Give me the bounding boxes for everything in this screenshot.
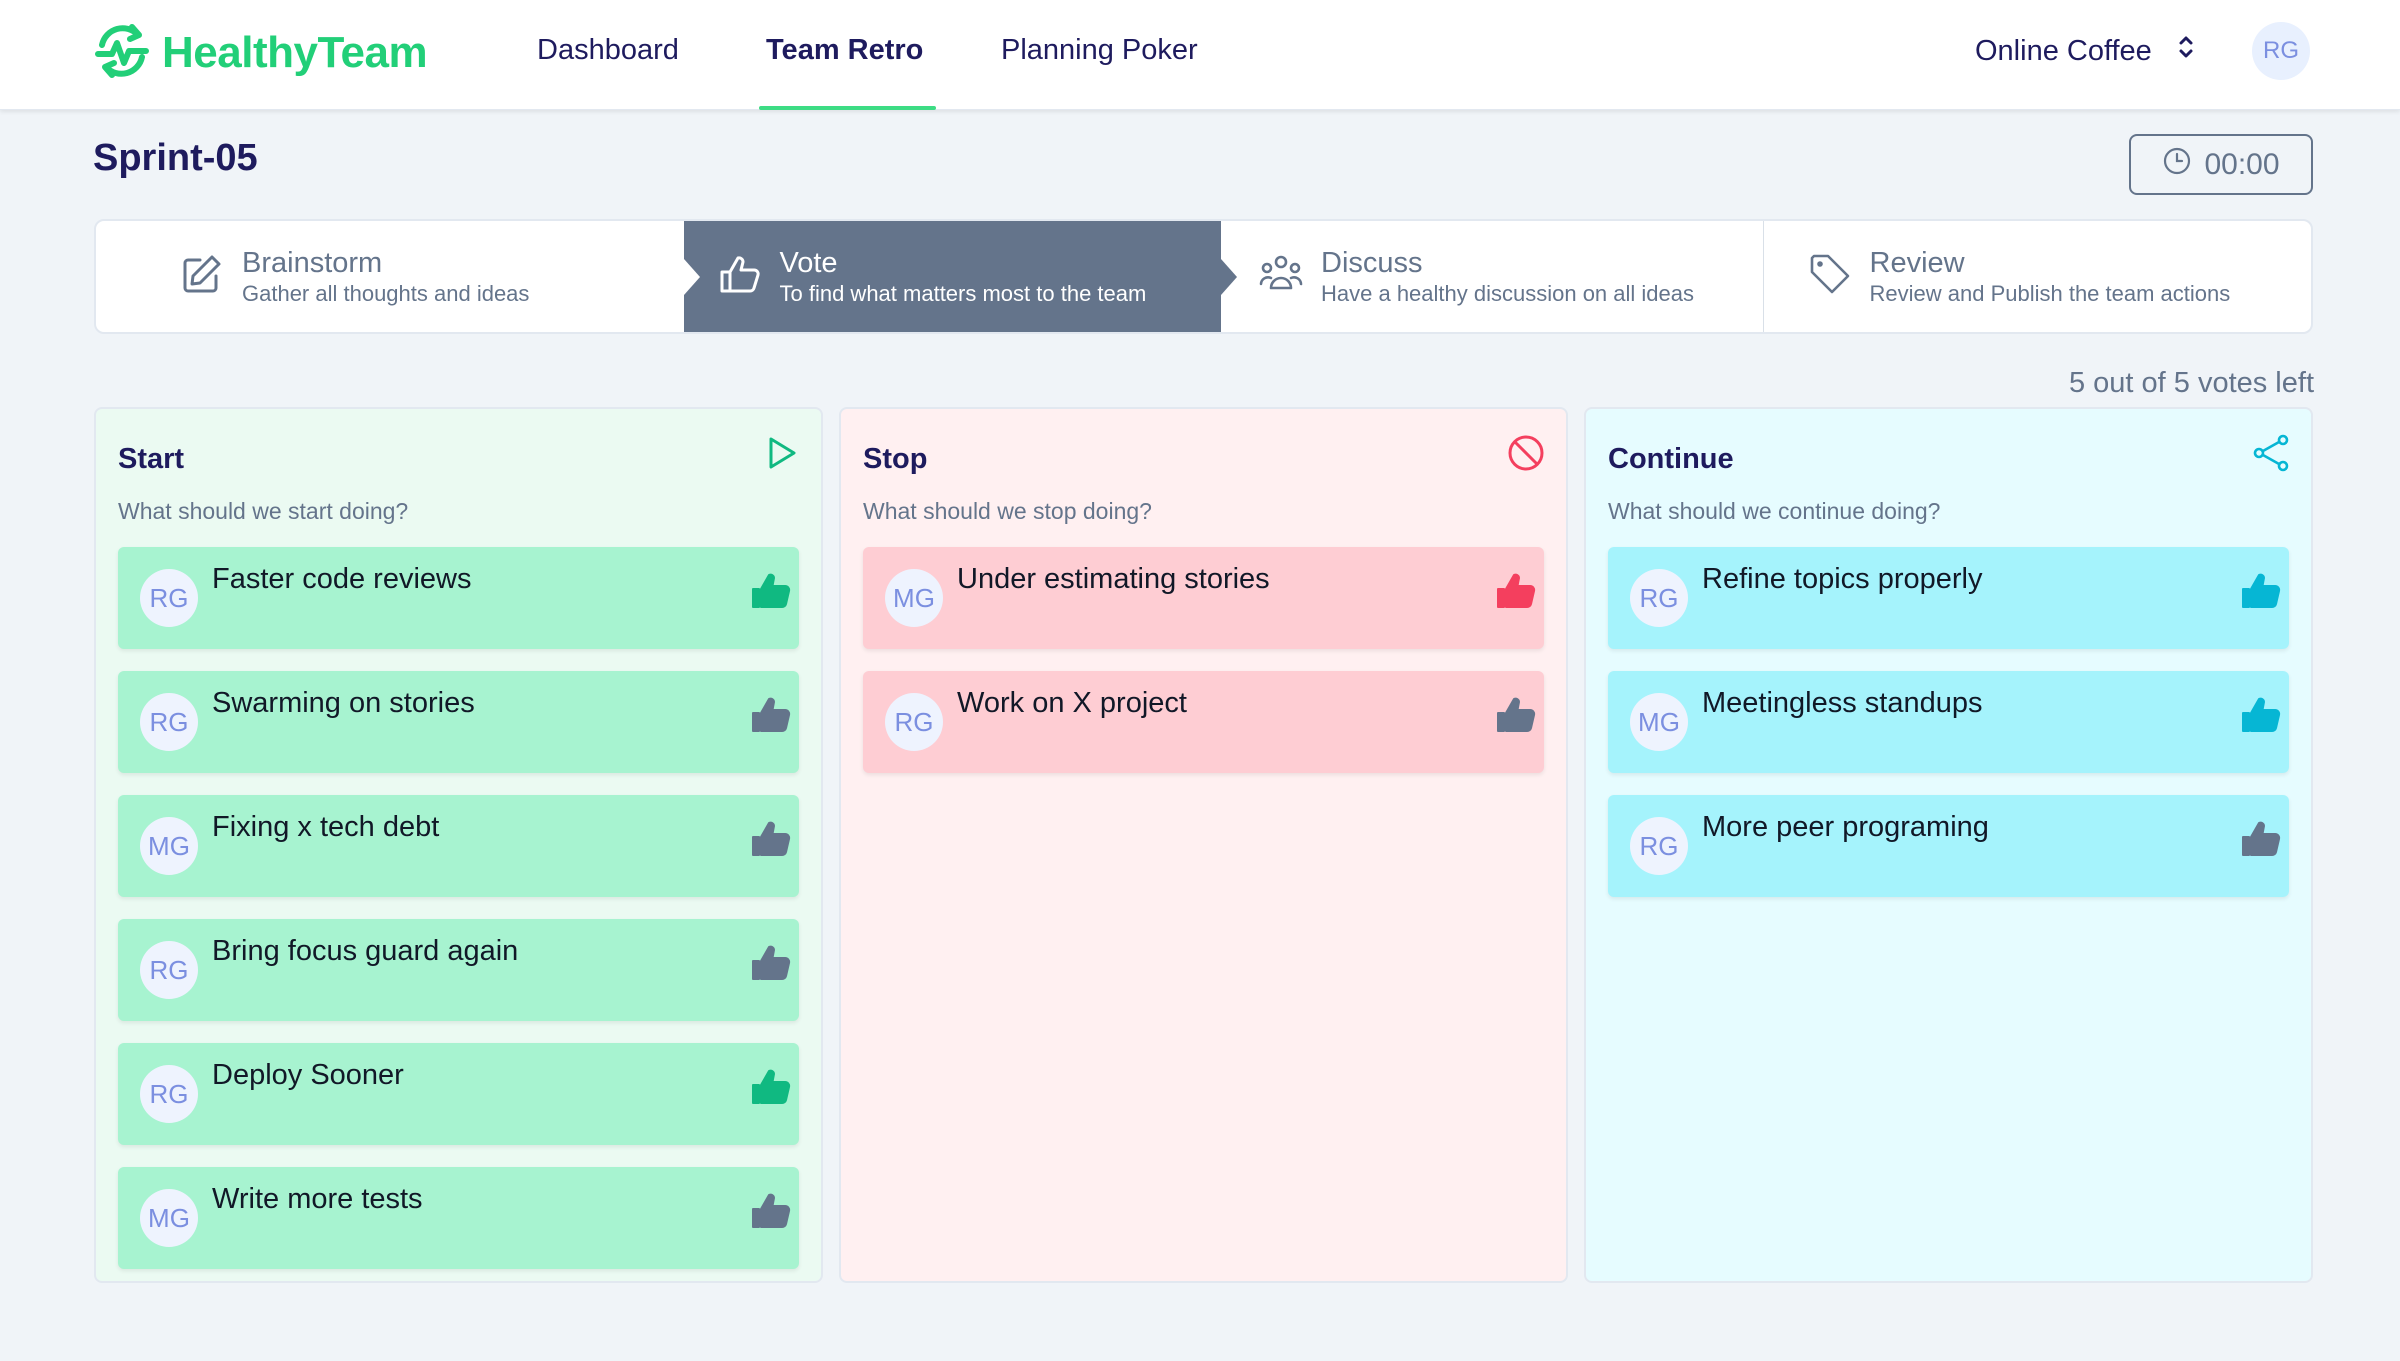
- user-group-icon: [1257, 250, 1305, 303]
- idea-card[interactable]: RG Swarming on stories: [118, 671, 799, 773]
- idea-card[interactable]: MG Under estimating stories: [863, 547, 1544, 649]
- idea-card[interactable]: MG Write more tests: [118, 1167, 799, 1269]
- idea-text: Refine topics properly: [1702, 563, 1983, 595]
- step-subtitle: To find what matters most to the team: [779, 280, 1147, 306]
- column-subtitle: What should we start doing?: [118, 498, 409, 524]
- heartbeat-refresh-icon: [92, 21, 152, 86]
- timer-value: 00:00: [2204, 147, 2280, 181]
- step-title: Review: [1869, 247, 1965, 280]
- step-review[interactable]: Review Review and Publish the team actio…: [1762, 221, 2312, 332]
- nav-dashboard[interactable]: Dashboard: [537, 34, 679, 67]
- vote-thumbs-up-icon[interactable]: [749, 1065, 791, 1107]
- idea-card[interactable]: MG Meetingless standups: [1608, 671, 2289, 773]
- vote-thumbs-up-icon[interactable]: [2239, 693, 2281, 735]
- author-avatar: RG: [1630, 817, 1688, 875]
- idea-text: Bring focus guard again: [212, 935, 519, 967]
- author-avatar: MG: [885, 569, 943, 627]
- column-title: Stop: [863, 443, 928, 475]
- idea-card[interactable]: RG Work on X project: [863, 671, 1544, 773]
- user-avatar[interactable]: RG: [2252, 22, 2310, 80]
- column-subtitle: What should we stop doing?: [863, 498, 1152, 524]
- nav-planning-poker[interactable]: Planning Poker: [1001, 34, 1198, 67]
- vote-thumbs-up-icon[interactable]: [2239, 569, 2281, 611]
- card-list: MG Under estimating stories RG Work on X pr…: [863, 547, 1544, 773]
- idea-text: Faster code reviews: [212, 563, 472, 595]
- retro-stepper: Brainstorm Gather all thoughts and ideas…: [94, 219, 2313, 334]
- page-title: Sprint-05: [93, 137, 258, 179]
- idea-card[interactable]: MG Fixing x tech debt: [118, 795, 799, 897]
- idea-text: Deploy Sooner: [212, 1059, 404, 1091]
- column-title: Start: [118, 443, 185, 475]
- team-selector-value: Online Coffee: [1975, 34, 2152, 67]
- play-icon[interactable]: [761, 433, 801, 473]
- author-avatar: MG: [140, 1189, 198, 1247]
- thumbs-up-icon: [716, 250, 764, 303]
- tag-icon: [1806, 250, 1854, 303]
- team-selector[interactable]: Online Coffee: [1975, 32, 2196, 70]
- step-title: Discuss: [1321, 247, 1423, 280]
- vote-thumbs-up-icon[interactable]: [2239, 817, 2281, 859]
- vote-thumbs-up-icon[interactable]: [749, 941, 791, 983]
- ban-icon[interactable]: [1506, 433, 1546, 473]
- card-list: RG Faster code reviews RG Swarming on stori…: [118, 547, 799, 1269]
- column-title: Continue: [1608, 443, 1734, 475]
- step-subtitle: Have a healthy discussion on all ideas: [1321, 280, 1695, 306]
- idea-text: Write more tests: [212, 1183, 423, 1215]
- step-subtitle: Gather all thoughts and ideas: [242, 280, 530, 306]
- idea-card[interactable]: RG Faster code reviews: [118, 547, 799, 649]
- vote-thumbs-up-icon[interactable]: [749, 1189, 791, 1231]
- vote-thumbs-up-icon[interactable]: [749, 817, 791, 859]
- idea-text: Fixing x tech debt: [212, 811, 440, 843]
- share-icon[interactable]: [2251, 433, 2291, 473]
- top-navbar: HealthyTeam Dashboard Team Retro Plannin…: [0, 0, 2400, 110]
- idea-card[interactable]: RG Bring focus guard again: [118, 919, 799, 1021]
- timer-button[interactable]: 00:00: [2129, 134, 2313, 195]
- brand-logo[interactable]: HealthyTeam: [92, 20, 428, 86]
- idea-card[interactable]: RG Deploy Sooner: [118, 1043, 799, 1145]
- pencil-square-icon: [178, 250, 226, 303]
- vote-thumbs-up-icon[interactable]: [749, 569, 791, 611]
- step-subtitle: Review and Publish the team actions: [1869, 280, 2231, 306]
- vote-thumbs-up-icon[interactable]: [1494, 693, 1536, 735]
- clock-icon: [2162, 146, 2192, 184]
- author-avatar: RG: [140, 693, 198, 751]
- step-vote[interactable]: Vote To find what matters most to the te…: [683, 221, 1221, 332]
- nav-team-retro[interactable]: Team Retro: [766, 34, 923, 67]
- idea-text: Swarming on stories: [212, 687, 475, 719]
- active-nav-indicator: [759, 106, 936, 110]
- author-avatar: RG: [885, 693, 943, 751]
- idea-text: Work on X project: [957, 687, 1187, 719]
- column-continue: Continue What should we continue doing? …: [1584, 407, 2313, 1283]
- author-avatar: MG: [140, 817, 198, 875]
- idea-text: Under estimating stories: [957, 563, 1270, 595]
- column-subtitle: What should we continue doing?: [1608, 498, 1941, 524]
- step-brainstorm[interactable]: Brainstorm Gather all thoughts and ideas: [96, 221, 684, 332]
- brand-name: HealthyTeam: [162, 28, 428, 77]
- author-avatar: RG: [140, 1065, 198, 1123]
- vote-thumbs-up-icon[interactable]: [1494, 569, 1536, 611]
- idea-card[interactable]: RG Refine topics properly: [1608, 547, 2289, 649]
- card-list: RG Refine topics properly MG Meetingless st…: [1608, 547, 2289, 897]
- step-title: Brainstorm: [242, 247, 383, 280]
- chevron-up-down-icon: [2176, 32, 2196, 70]
- vote-thumbs-up-icon[interactable]: [749, 693, 791, 735]
- column-stop: Stop What should we stop doing? MG Under …: [839, 407, 1568, 1283]
- step-title: Vote: [779, 247, 838, 280]
- votes-remaining: 5 out of 5 votes left: [2068, 367, 2314, 399]
- idea-text: More peer programing: [1702, 811, 1989, 843]
- author-avatar: MG: [1630, 693, 1688, 751]
- author-avatar: RG: [1630, 569, 1688, 627]
- idea-text: Meetingless standups: [1702, 687, 1983, 719]
- step-discuss[interactable]: Discuss Have a healthy discussion on all…: [1221, 221, 1763, 332]
- column-start: Start What should we start doing? RG Fast…: [94, 407, 823, 1283]
- author-avatar: RG: [140, 569, 198, 627]
- author-avatar: RG: [140, 941, 198, 999]
- idea-card[interactable]: RG More peer programing: [1608, 795, 2289, 897]
